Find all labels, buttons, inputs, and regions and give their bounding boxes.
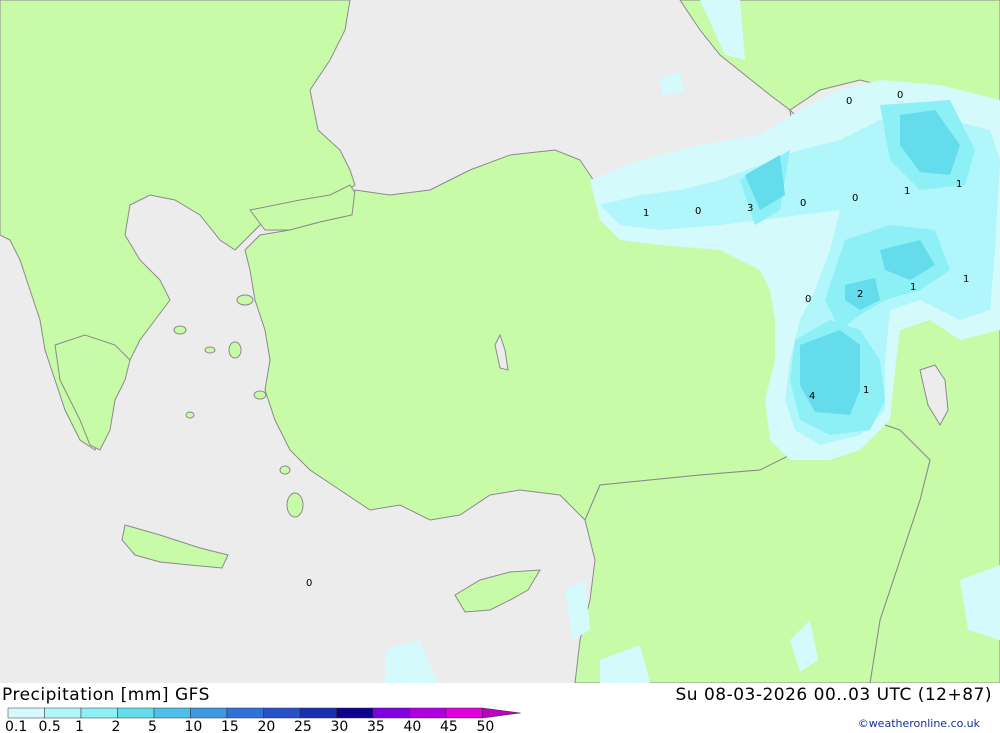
legend-arrow bbox=[482, 707, 521, 719]
contour-label: 1 bbox=[643, 208, 649, 219]
legend-swatch bbox=[117, 707, 155, 719]
contour-label: 1 bbox=[904, 186, 910, 197]
legend-label: 0.5 bbox=[39, 719, 61, 733]
contour-label: 0 bbox=[805, 294, 811, 305]
legend-label: 5 bbox=[148, 719, 157, 733]
legend-label: 25 bbox=[294, 719, 312, 733]
contour-label: 2 bbox=[857, 289, 863, 300]
contour-label: 0 bbox=[306, 578, 312, 589]
legend-swatch bbox=[445, 707, 483, 719]
contour-label: 3 bbox=[747, 203, 753, 214]
contour-label: 4 bbox=[809, 391, 815, 402]
legend-swatch bbox=[7, 707, 45, 719]
contour-label: 1 bbox=[963, 274, 969, 285]
legend-label: 50 bbox=[477, 719, 495, 733]
legend-label: 10 bbox=[185, 719, 203, 733]
legend-label: 2 bbox=[112, 719, 121, 733]
legend-swatch bbox=[372, 707, 410, 719]
legend-swatch bbox=[153, 707, 191, 719]
legend-label: 30 bbox=[331, 719, 349, 733]
contour-label: 1 bbox=[863, 385, 869, 396]
legend-label: 40 bbox=[404, 719, 422, 733]
legend-label: 45 bbox=[440, 719, 458, 733]
legend-label: 1 bbox=[75, 719, 84, 733]
credit-link[interactable]: ©weatheronline.co.uk bbox=[858, 717, 980, 730]
legend-swatch bbox=[44, 707, 82, 719]
contour-label: 0 bbox=[846, 96, 852, 107]
contour-label: 0 bbox=[695, 206, 701, 217]
legend-swatch bbox=[299, 707, 337, 719]
legend-label: 20 bbox=[258, 719, 276, 733]
contour-label: 1 bbox=[910, 282, 916, 293]
legend-swatch bbox=[190, 707, 228, 719]
legend-swatch bbox=[226, 707, 264, 719]
legend-label: 0.1 bbox=[5, 719, 27, 733]
legend-swatch bbox=[409, 707, 447, 719]
precipitation-map: 0 0 1 0 3 0 0 1 1 1 0 2 1 4 1 0 bbox=[0, 0, 1000, 683]
legend-swatch bbox=[336, 707, 374, 719]
contour-label: 0 bbox=[852, 193, 858, 204]
legend-swatch bbox=[80, 707, 118, 719]
legend-swatch bbox=[263, 707, 301, 719]
legend-label: 15 bbox=[221, 719, 239, 733]
precipitation-legend: 0.1 0.5 1 2 5 10 15 20 25 30 35 40 45 50 bbox=[5, 707, 521, 733]
contour-label: 0 bbox=[800, 198, 806, 209]
contour-label: 0 bbox=[897, 90, 903, 101]
legend-label: 35 bbox=[367, 719, 385, 733]
map-title: Precipitation [mm] GFS bbox=[2, 685, 210, 705]
forecast-datetime: Su 08-03-2026 00..03 UTC (12+87) bbox=[675, 685, 992, 705]
contour-label: 1 bbox=[956, 179, 962, 190]
